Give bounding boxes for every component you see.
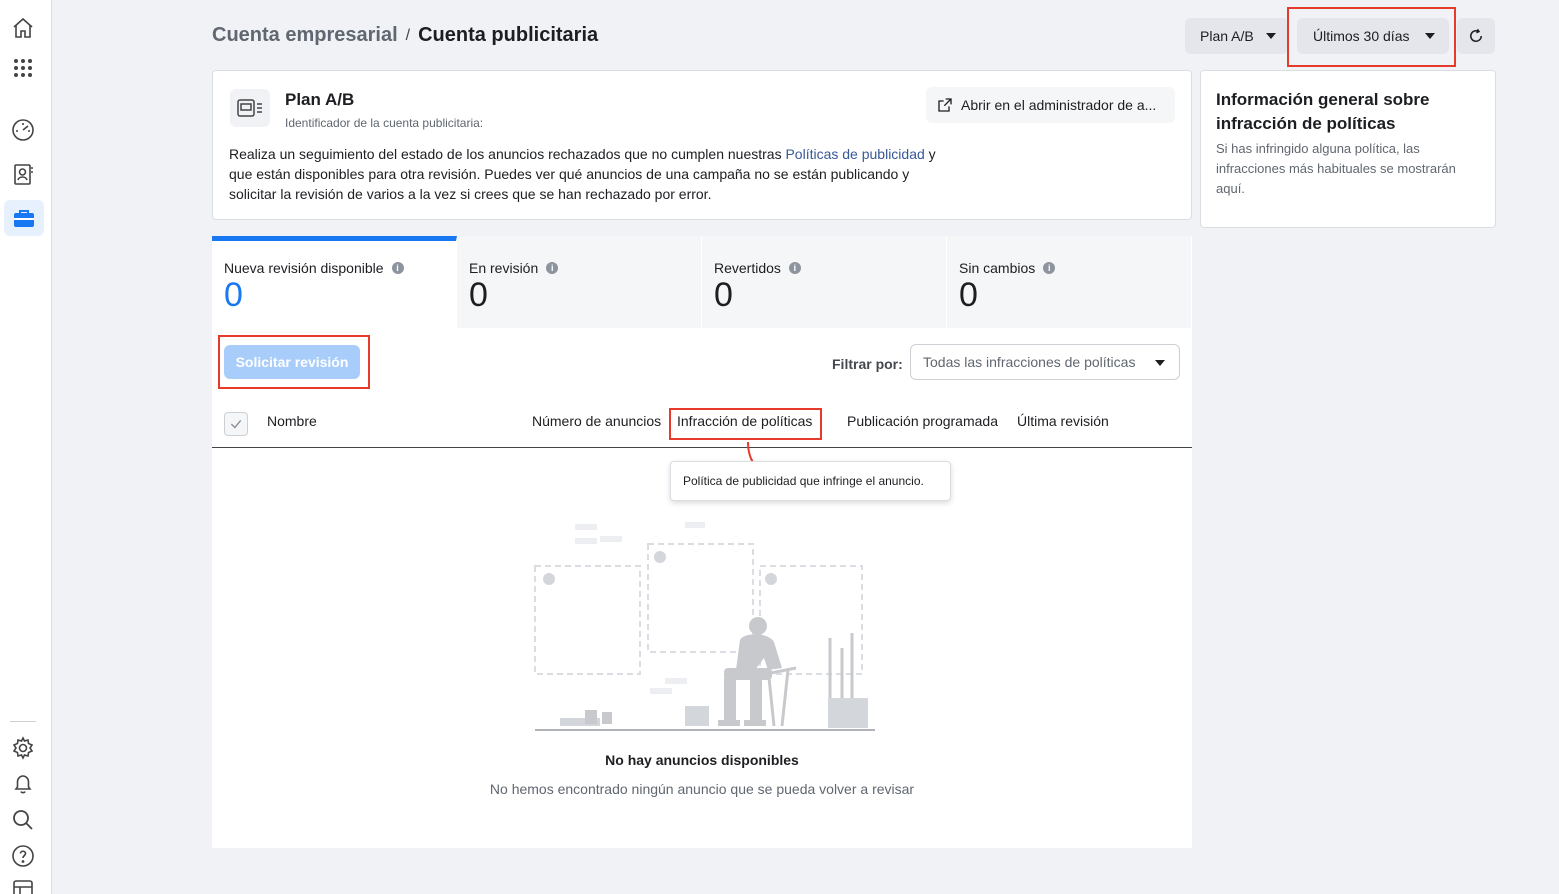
status-tabs: Nueva revisión disponible i 0 En revisión… — [212, 236, 1192, 328]
account-select[interactable]: Plan A/B — [1185, 18, 1289, 54]
refresh-icon — [1470, 28, 1483, 42]
chevron-down-icon — [1425, 33, 1435, 39]
policy-overview-title: Información general sobre infracción de … — [1216, 90, 1430, 133]
chevron-down-icon — [1266, 33, 1276, 39]
column-scheduled-publication[interactable]: Publicación programada — [847, 413, 998, 429]
external-link-icon — [938, 98, 952, 112]
policy-filter-value: Todas las infracciones de políticas — [923, 354, 1136, 370]
ad-policies-link[interactable]: Políticas de publicidad — [785, 146, 924, 162]
policy-overview-card: Información general sobre infracción de … — [1200, 70, 1496, 228]
ad-preview-icon — [230, 89, 270, 127]
breadcrumb: Cuenta empresarial / Cuenta publicitaria — [212, 24, 598, 47]
empty-state-illustration — [534, 522, 875, 731]
dashboard-icon[interactable] — [9, 116, 37, 144]
reports-icon[interactable] — [9, 876, 37, 894]
tab-count: 0 — [959, 276, 978, 314]
contacts-icon[interactable] — [9, 160, 37, 188]
info-icon[interactable]: i — [1043, 262, 1056, 274]
left-nav-rail — [0, 0, 52, 894]
account-description: Realiza un seguimiento del estado de los… — [229, 144, 939, 204]
home-icon[interactable] — [9, 14, 37, 42]
apps-grid-icon[interactable] — [9, 54, 37, 82]
tab-no-changes[interactable]: Sin cambios i 0 — [947, 236, 1192, 328]
policy-overview-text: Si has infringido alguna política, las i… — [1216, 141, 1456, 196]
settings-icon[interactable] — [9, 734, 37, 762]
empty-state-title: No hay anuncios disponibles — [605, 752, 799, 768]
help-icon[interactable] — [9, 842, 37, 870]
empty-state-text: No hemos encontrado ningún anuncio que s… — [489, 781, 915, 797]
tab-label: En revisión — [469, 260, 539, 276]
tab-label: Nueva revisión disponible — [224, 260, 384, 276]
bell-icon[interactable] — [9, 770, 37, 798]
date-range-label: Últimos 30 días — [1313, 28, 1410, 44]
chevron-down-icon — [1155, 360, 1165, 366]
review-panel: Nueva revisión disponible i 0 En revisión… — [212, 236, 1192, 848]
briefcase-icon[interactable] — [4, 200, 44, 236]
tab-count: 0 — [224, 276, 243, 314]
tab-new-review-available[interactable]: Nueva revisión disponible i 0 — [212, 236, 457, 328]
request-review-button[interactable]: Solicitar revisión — [224, 345, 360, 379]
ad-account-card: Plan A/B Identificador de la cuenta publ… — [212, 70, 1192, 220]
policy-filter-select[interactable]: Todas las infracciones de políticas — [910, 344, 1180, 380]
tab-label: Sin cambios — [959, 260, 1036, 276]
rail-divider — [10, 721, 36, 722]
tab-in-review[interactable]: En revisión i 0 — [457, 236, 702, 328]
account-title: Plan A/B — [285, 90, 355, 109]
tab-reverted[interactable]: Revertidos i 0 — [702, 236, 947, 328]
column-name[interactable]: Nombre — [267, 413, 317, 429]
open-in-ads-manager-button[interactable]: Abrir en el administrador de a... — [926, 87, 1175, 123]
info-icon[interactable]: i — [391, 262, 404, 274]
tab-label: Revertidos — [714, 260, 781, 276]
date-range-select[interactable]: Últimos 30 días — [1297, 18, 1449, 54]
column-last-review[interactable]: Última revisión — [1017, 413, 1109, 429]
column-tooltip: Política de publicidad que infringe el a… — [670, 461, 951, 501]
breadcrumb-ad-account: Cuenta publicitaria — [418, 24, 599, 46]
table-header: Nombre Número de anuncios Infracción de … — [212, 404, 1192, 448]
breadcrumb-separator: / — [405, 26, 411, 44]
account-id-label: Identificador de la cuenta publicitaria: — [285, 116, 484, 130]
search-icon[interactable] — [9, 806, 37, 834]
open-in-ads-manager-label: Abrir en el administrador de a... — [961, 97, 1157, 113]
description-text-start: Realiza un seguimiento del estado de los… — [229, 146, 786, 162]
breadcrumb-business[interactable]: Cuenta empresarial — [212, 24, 398, 47]
refresh-button[interactable] — [1457, 18, 1495, 54]
column-policy-violation[interactable]: Infracción de políticas — [677, 413, 812, 429]
tab-count: 0 — [469, 276, 488, 314]
info-icon[interactable]: i — [788, 262, 801, 274]
account-select-label: Plan A/B — [1200, 28, 1254, 44]
tab-count: 0 — [714, 276, 733, 314]
filter-label: Filtrar por: — [832, 356, 903, 372]
info-icon[interactable]: i — [546, 262, 559, 274]
column-ad-count[interactable]: Número de anuncios — [532, 413, 661, 429]
